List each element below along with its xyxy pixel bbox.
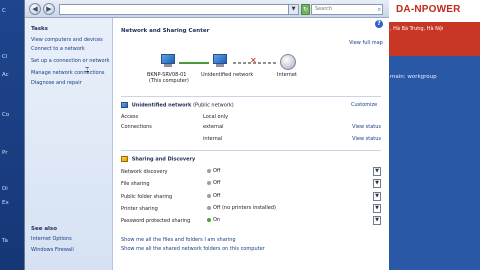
bg-label: C [2, 8, 6, 14]
sharing-label: Public folder sharing [121, 194, 173, 200]
view-full-map-link[interactable]: View full map [349, 40, 383, 46]
see-also-heading: See also [31, 226, 57, 232]
sharing-row: Network discovery Off ▼ [121, 167, 381, 177]
network-section-heading: Unidentified network (Public network) [121, 102, 234, 109]
disconnected-x-icon: ✕ [250, 56, 257, 65]
connection-line [179, 62, 209, 64]
access-value: Local only [203, 114, 229, 120]
status-dot-icon [207, 217, 211, 222]
view-status-link[interactable]: View status [352, 136, 381, 142]
background-left-strip: C Cl Ac Co Pr Di Ex Ta [0, 0, 26, 270]
view-status-link[interactable]: View status [352, 124, 381, 130]
back-button[interactable]: ◀ [29, 3, 41, 15]
sharing-heading: Sharing and Discovery [121, 156, 195, 163]
sharing-status: Off [207, 193, 220, 199]
network-map-label: Unidentified network [201, 72, 254, 78]
address-dropdown-icon[interactable]: ▼ [288, 5, 298, 14]
section-divider [121, 150, 381, 151]
access-row: Access Local only [121, 112, 381, 122]
background-right-panel: DA-NPOWER , Hà Bà Trưng, Hà Nội main: wo… [388, 0, 480, 270]
expand-button[interactable]: ▼ [373, 179, 381, 188]
sharing-state: On [213, 217, 221, 223]
sharing-state: Off [213, 168, 221, 174]
sharing-label: Printer sharing [121, 206, 158, 212]
connection-name: internal [203, 136, 223, 142]
expand-button[interactable]: ▼ [373, 216, 381, 225]
sharing-state: Off [213, 180, 221, 186]
status-dot-icon [207, 168, 211, 173]
expand-button[interactable]: ▼ [373, 204, 381, 213]
task-setup-connection[interactable]: Set up a connection or network [31, 58, 110, 64]
bg-label: Pr [2, 150, 8, 156]
task-view-computers[interactable]: View computers and devices [31, 37, 103, 43]
page-title: Network and Sharing Center [121, 28, 210, 34]
sharing-heading-text: Sharing and Discovery [131, 156, 196, 163]
sharing-label: Network discovery [121, 169, 168, 175]
bg-label: Di [2, 186, 8, 192]
sharing-state: Off [213, 193, 221, 199]
computer-icon[interactable] [159, 54, 177, 68]
forward-button[interactable]: ▶ [43, 3, 55, 15]
sharing-row: Printer sharing Off (no printers install… [121, 204, 381, 214]
main-content: ? Network and Sharing Center View full m… [113, 18, 389, 270]
sharing-status: Off [207, 180, 220, 186]
tasks-heading: Tasks [31, 26, 48, 32]
connections-label: Connections [121, 124, 152, 130]
brand-address: , Hà Bà Trưng, Hà Nội [390, 26, 444, 32]
network-icon [121, 102, 128, 108]
status-dot-icon [207, 205, 211, 210]
status-dot-icon [207, 193, 211, 198]
search-input[interactable]: Search ⌕ [311, 4, 383, 15]
task-manage-connections[interactable]: Manage network connections [31, 70, 105, 76]
computer-subtitle: (This computer) [149, 78, 189, 84]
help-icon[interactable]: ? [375, 20, 383, 28]
refresh-button[interactable]: ↻ [301, 4, 310, 15]
link-internet-options[interactable]: Internet Options [31, 236, 72, 242]
sharing-row: Public folder sharing Off ▼ [121, 192, 381, 202]
access-label: Access [121, 114, 139, 120]
background-blue-area [388, 56, 480, 270]
task-diagnose-repair[interactable]: Diagnose and repair [31, 80, 82, 86]
network-type: (Public network) [193, 102, 234, 109]
connection-row: internal View status [121, 134, 381, 144]
bg-label: Co [2, 112, 10, 118]
address-bar[interactable]: ▼ [59, 4, 299, 15]
navigation-toolbar: ◀ ▶ ▼ ↻ Search ⌕ [25, 0, 389, 18]
sharing-label: Password protected sharing [121, 218, 191, 224]
connection-row: Connections external View status [121, 122, 381, 132]
sharing-row: Password protected sharing On ▼ [121, 216, 381, 226]
task-pane: Tasks View computers and devices Connect… [25, 18, 113, 270]
sharing-state: Off (no printers installed) [213, 205, 276, 211]
magnifier-icon[interactable]: ⌕ [378, 5, 381, 14]
sharing-status: On [207, 217, 220, 223]
show-shared-files-link[interactable]: Show me all the files and folders I am s… [121, 237, 236, 243]
status-dot-icon [207, 180, 211, 185]
expand-button[interactable]: ▼ [373, 167, 381, 176]
link-windows-firewall[interactable]: Windows Firewall [31, 247, 74, 253]
customize-link[interactable]: Customize [351, 102, 377, 108]
internet-globe-icon[interactable] [280, 54, 296, 70]
sharing-status: Off (no printers installed) [207, 205, 276, 211]
bg-label: Ex [2, 200, 9, 206]
bg-label: Ta [2, 238, 8, 244]
network-name: Unidentified network [131, 102, 192, 109]
expand-button[interactable]: ▼ [373, 192, 381, 201]
sharing-status: Off [207, 168, 220, 174]
sharing-label: File sharing [121, 181, 150, 187]
task-connect-network[interactable]: Connect to a network [31, 46, 85, 52]
sharing-icon [121, 156, 128, 162]
network-icon[interactable] [211, 54, 229, 68]
search-placeholder: Search [315, 6, 333, 12]
bg-label: Ac [2, 72, 9, 78]
bg-label: Cl [2, 54, 8, 60]
domain-text: main: workgroup [390, 74, 437, 80]
network-sharing-window: ◀ ▶ ▼ ↻ Search ⌕ Tasks View computers an… [24, 0, 389, 270]
mouse-cursor-icon: ⌶ [85, 66, 90, 74]
sharing-row: File sharing Off ▼ [121, 179, 381, 189]
internet-label: Internet [277, 72, 297, 78]
section-divider [121, 96, 381, 97]
brand-logo-text: DA-NPOWER [396, 4, 461, 15]
show-shared-folders-link[interactable]: Show me all the shared network folders o… [121, 246, 265, 252]
connection-name: external [203, 124, 224, 130]
